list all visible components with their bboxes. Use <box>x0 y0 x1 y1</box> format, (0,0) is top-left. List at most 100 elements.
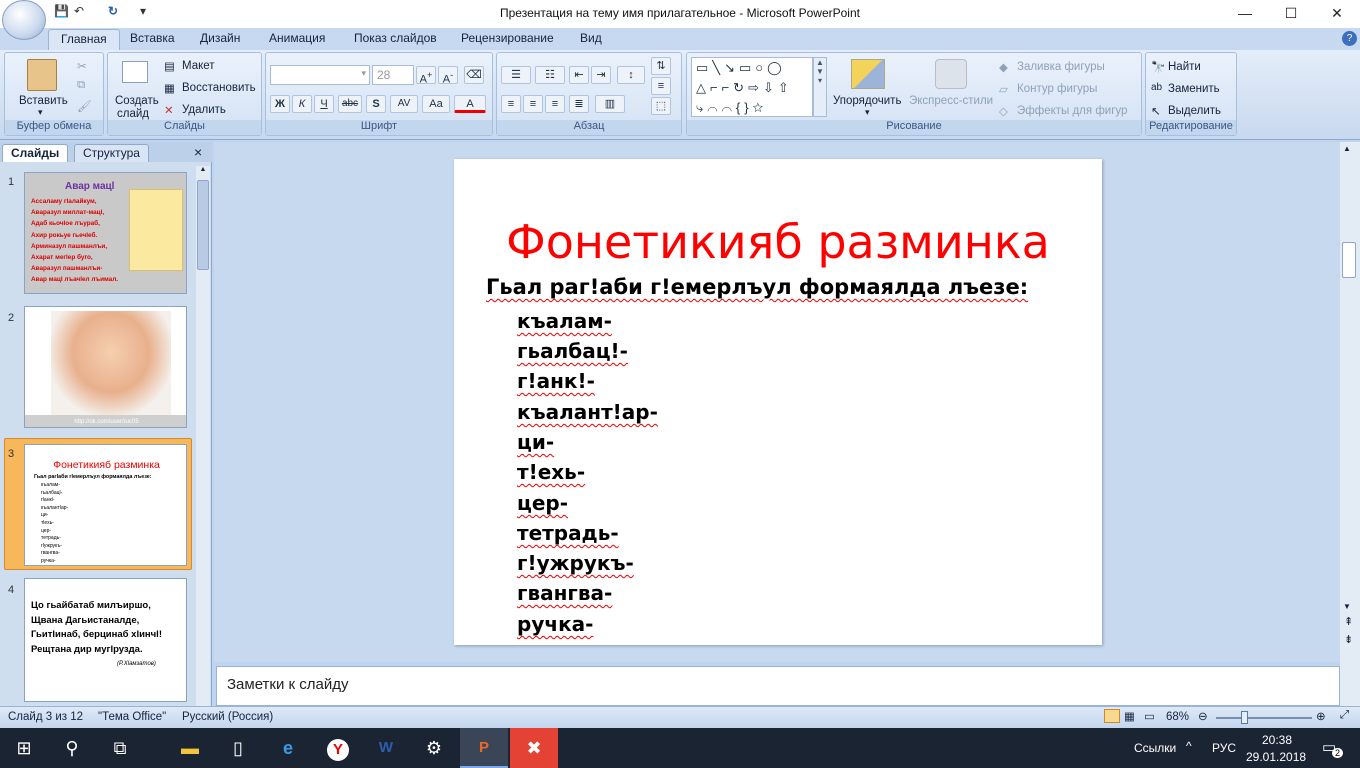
grow-font-icon[interactable]: A+ <box>416 66 436 86</box>
slide-word[interactable]: къалант!ар- <box>517 400 658 424</box>
prev-slide-icon[interactable]: ⇞ <box>1344 617 1353 628</box>
yandex-browser-icon[interactable]: Y <box>314 728 362 768</box>
error-app-icon[interactable]: ✖ <box>510 728 558 768</box>
paste-button[interactable]: Вставить <box>19 95 68 107</box>
tab-outline[interactable]: Структура <box>74 144 149 162</box>
new-slide-button-line2[interactable]: слайд <box>117 108 149 120</box>
paste-icon[interactable] <box>27 59 57 91</box>
start-icon[interactable]: ⊞ <box>0 728 48 768</box>
align-right-icon[interactable]: ≡ <box>545 95 565 113</box>
sorter-view-icon[interactable]: ▦ <box>1124 709 1135 723</box>
strikethrough-button[interactable]: abc <box>338 95 362 113</box>
paste-arrow-icon[interactable]: ▾ <box>38 107 43 118</box>
clock-time[interactable]: 20:38 <box>1262 733 1292 747</box>
theme-name[interactable]: "Тема Office" <box>98 711 166 723</box>
tab-review[interactable]: Рецензирование <box>461 31 554 45</box>
close-pane-icon[interactable]: × <box>194 144 202 160</box>
smartart-icon[interactable]: ⬚ <box>651 97 671 115</box>
zoom-in-icon[interactable]: ⊕ <box>1316 709 1326 723</box>
arrange-arrow-icon[interactable]: ▾ <box>865 107 870 118</box>
font-name-box[interactable]: ▾ <box>270 65 370 85</box>
find-icon[interactable]: 🔭 <box>1151 60 1165 74</box>
scroll-thumb[interactable] <box>197 180 209 270</box>
document-icon[interactable]: ▯ <box>214 728 262 768</box>
tab-home[interactable]: Главная <box>48 29 120 50</box>
tab-slideshow[interactable]: Показ слайдов <box>354 31 437 45</box>
replace-button[interactable]: Заменить <box>1168 83 1220 95</box>
shape-fill-button[interactable]: Заливка фигуры <box>1017 61 1105 73</box>
new-slide-icon[interactable] <box>122 61 148 83</box>
cut-icon[interactable]: ✂ <box>77 59 87 73</box>
change-case-button[interactable]: Aa <box>422 95 450 113</box>
slide-thumbnail-4[interactable]: Цо гьайбатаб милъиршо, Щвана Дагьистанал… <box>24 578 187 702</box>
slide-word[interactable]: г!ужрукъ- <box>517 551 634 575</box>
minimize-button[interactable]: — <box>1222 0 1268 28</box>
reset-icon[interactable]: ▦ <box>164 81 175 95</box>
normal-view-icon[interactable] <box>1104 709 1120 723</box>
scroll-thumb[interactable] <box>1342 242 1356 278</box>
shape-fill-icon[interactable]: ◆ <box>999 60 1008 74</box>
shape-effects-button[interactable]: Эффекты для фигур <box>1017 105 1127 117</box>
slide-word[interactable]: гьалбац!- <box>517 339 628 363</box>
links-toolbar[interactable]: Ссылки <box>1134 741 1176 755</box>
maximize-button[interactable]: ☐ <box>1268 0 1314 28</box>
align-center-icon[interactable]: ≡ <box>523 95 543 113</box>
new-slide-button[interactable]: Создать <box>115 95 159 107</box>
align-text-icon[interactable]: ≡ <box>651 77 671 95</box>
layout-icon[interactable]: ▤ <box>164 59 175 73</box>
zoom-out-icon[interactable]: ⊖ <box>1198 709 1208 723</box>
slide-thumbnail-3[interactable]: Фонетикияб разминка Гьал рагlаби гlемерл… <box>24 444 187 566</box>
find-button[interactable]: Найти <box>1168 61 1201 73</box>
next-slide-icon[interactable]: ⇟ <box>1344 635 1353 646</box>
select-button[interactable]: Выделить <box>1168 105 1221 117</box>
slide-word[interactable]: цер- <box>517 491 568 515</box>
zoom-level[interactable]: 68% <box>1166 711 1189 723</box>
scroll-up-icon[interactable]: ▲ <box>1343 144 1351 153</box>
text-direction-icon[interactable]: ⇅ <box>651 57 671 75</box>
columns-icon[interactable]: ▥ <box>595 95 625 113</box>
shadow-button[interactable]: S <box>366 95 386 113</box>
zoom-slider-thumb[interactable] <box>1241 711 1248 724</box>
copy-icon[interactable]: ⧉ <box>77 79 85 92</box>
slide-word[interactable]: т!ехь- <box>517 460 585 484</box>
select-icon[interactable]: ↖ <box>1151 104 1161 118</box>
language-indicator[interactable]: Русский (Россия) <box>182 711 273 723</box>
office-button[interactable] <box>2 0 46 40</box>
slide-thumbnail-2[interactable]: http://ok.com/user/ruc05 <box>24 306 187 428</box>
shape-outline-icon[interactable]: ▱ <box>999 82 1008 96</box>
slide-word[interactable]: ручка- <box>517 612 593 636</box>
slides-pane-scrollbar[interactable]: ▲ <box>196 166 210 706</box>
italic-button[interactable]: К <box>292 95 312 113</box>
shrink-font-icon[interactable]: A- <box>438 66 458 86</box>
increase-indent-icon[interactable]: ⇥ <box>591 66 611 84</box>
replace-icon[interactable]: ab <box>1151 82 1162 93</box>
slideshow-view-icon[interactable]: ▭ <box>1144 709 1155 723</box>
line-spacing-icon[interactable]: ↕ <box>617 66 645 84</box>
slide-word[interactable]: къалам- <box>517 309 612 333</box>
slide-word[interactable]: г!анк!- <box>517 369 595 393</box>
help-icon[interactable]: ? <box>1342 31 1357 46</box>
main-scrollbar[interactable]: ▲ ▼ ⇞ ⇟ <box>1340 142 1360 706</box>
task-view-icon[interactable]: ⧉ <box>96 728 144 768</box>
format-painter-icon[interactable]: 🖌 <box>77 99 92 113</box>
keyboard-language[interactable]: РУС <box>1212 741 1236 755</box>
clear-format-icon[interactable]: ⌫ <box>464 66 484 84</box>
tab-design[interactable]: Дизайн <box>200 31 240 45</box>
slide-word[interactable]: тетрадь- <box>517 521 619 545</box>
scroll-down-icon[interactable]: ▼ <box>1343 602 1351 611</box>
slide-word[interactable]: ци- <box>517 430 554 454</box>
close-button[interactable]: ✕ <box>1314 0 1360 28</box>
slide-thumbnail-1[interactable]: Авар мацl Ассаламу гlалайкум, Аваразул м… <box>24 172 187 294</box>
reset-button[interactable]: Восстановить <box>182 82 256 94</box>
quick-styles-button[interactable]: Экспресс-стили <box>909 95 993 107</box>
delete-slide-button[interactable]: Удалить <box>182 104 226 116</box>
tab-insert[interactable]: Вставка <box>130 31 175 45</box>
word-icon[interactable]: W <box>362 728 410 768</box>
powerpoint-icon[interactable]: P <box>460 728 508 768</box>
bold-button[interactable]: Ж <box>270 95 290 113</box>
tab-slides[interactable]: Слайды <box>2 144 69 162</box>
edge-icon[interactable]: e <box>264 728 312 768</box>
justify-icon[interactable]: ≣ <box>569 95 589 113</box>
numbering-icon[interactable]: ☷ <box>535 66 565 84</box>
shape-outline-button[interactable]: Контур фигуры <box>1017 83 1097 95</box>
